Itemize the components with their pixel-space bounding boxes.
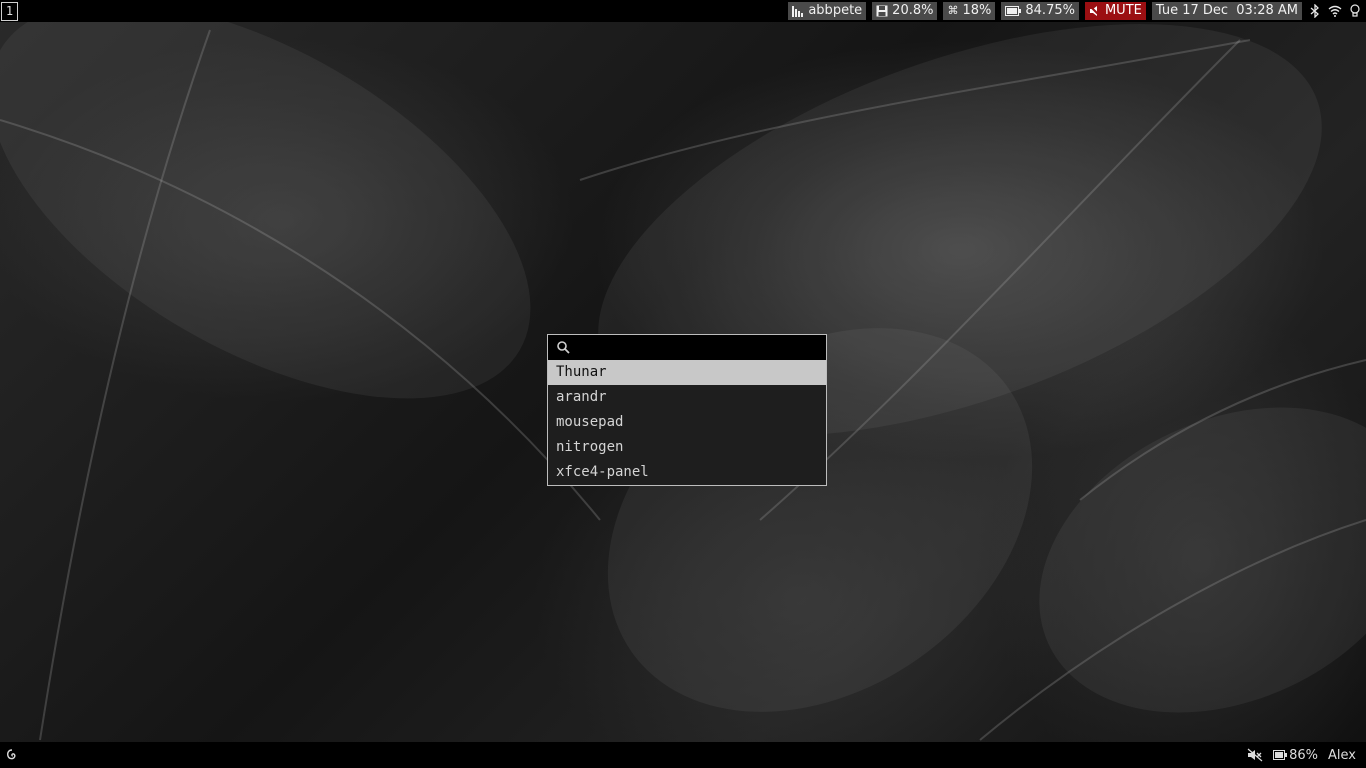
status-blocks: abbpete 20.8% ⌘ 18% 84.75% MUTE Tue 17 D… (788, 2, 1360, 20)
bottom-battery[interactable]: 86% (1273, 748, 1318, 763)
lightbulb-icon[interactable] (1350, 4, 1360, 18)
launcher-search-row (548, 335, 826, 362)
debian-logo-icon[interactable] (6, 748, 18, 762)
speaker-muted-icon (1089, 5, 1101, 17)
floppy-disk-icon (876, 5, 888, 17)
system-tray (1310, 4, 1360, 18)
launcher-entry-nitrogen[interactable]: nitrogen (548, 435, 826, 460)
signal-bars-icon (792, 6, 804, 17)
status-network[interactable]: abbpete (788, 2, 867, 20)
wifi-icon[interactable] (1328, 5, 1342, 17)
network-label: abbpete (808, 3, 863, 18)
bluetooth-icon[interactable] (1310, 4, 1320, 18)
bottom-battery-percent: 86% (1289, 747, 1319, 763)
bottom-bar: 86% Alex (0, 742, 1366, 768)
battery-icon (1273, 750, 1288, 760)
disk-usage: 20.8% (892, 3, 934, 18)
status-cpu[interactable]: ⌘ 18% (943, 2, 996, 20)
battery-icon (1005, 6, 1022, 16)
workspace-indicator[interactable]: 1 (1, 2, 18, 21)
launcher-entry-arandr[interactable]: arandr (548, 385, 826, 410)
top-bar: 1 abbpete 20.8% ⌘ 18% 84.75% MUTE Tue 17… (0, 0, 1366, 22)
status-clock[interactable]: Tue 17 Dec 03:28 AM (1151, 2, 1302, 20)
launcher-entry-mousepad[interactable]: mousepad (548, 410, 826, 435)
status-battery[interactable]: 84.75% (1001, 2, 1079, 20)
bottom-status: 86% Alex (1247, 742, 1356, 768)
search-icon (557, 341, 570, 354)
launcher-entry-thunar[interactable]: Thunar (548, 360, 826, 385)
launcher-entry-xfce4-panel[interactable]: xfce4-panel (548, 460, 826, 485)
status-volume[interactable]: MUTE (1084, 2, 1146, 20)
speaker-muted-icon[interactable] (1247, 748, 1263, 762)
command-key-icon: ⌘ (947, 4, 959, 17)
battery-level: 84.75% (1025, 3, 1075, 18)
clock-label: Tue 17 Dec 03:28 AM (1155, 3, 1298, 18)
cpu-usage: 18% (962, 3, 992, 18)
user-name[interactable]: Alex (1328, 748, 1356, 763)
app-launcher: Thunar arandr mousepad nitrogen xfce4-pa… (547, 334, 827, 486)
volume-label: MUTE (1104, 3, 1142, 18)
status-disk[interactable]: 20.8% (872, 2, 938, 20)
launcher-search-input[interactable] (576, 335, 820, 362)
